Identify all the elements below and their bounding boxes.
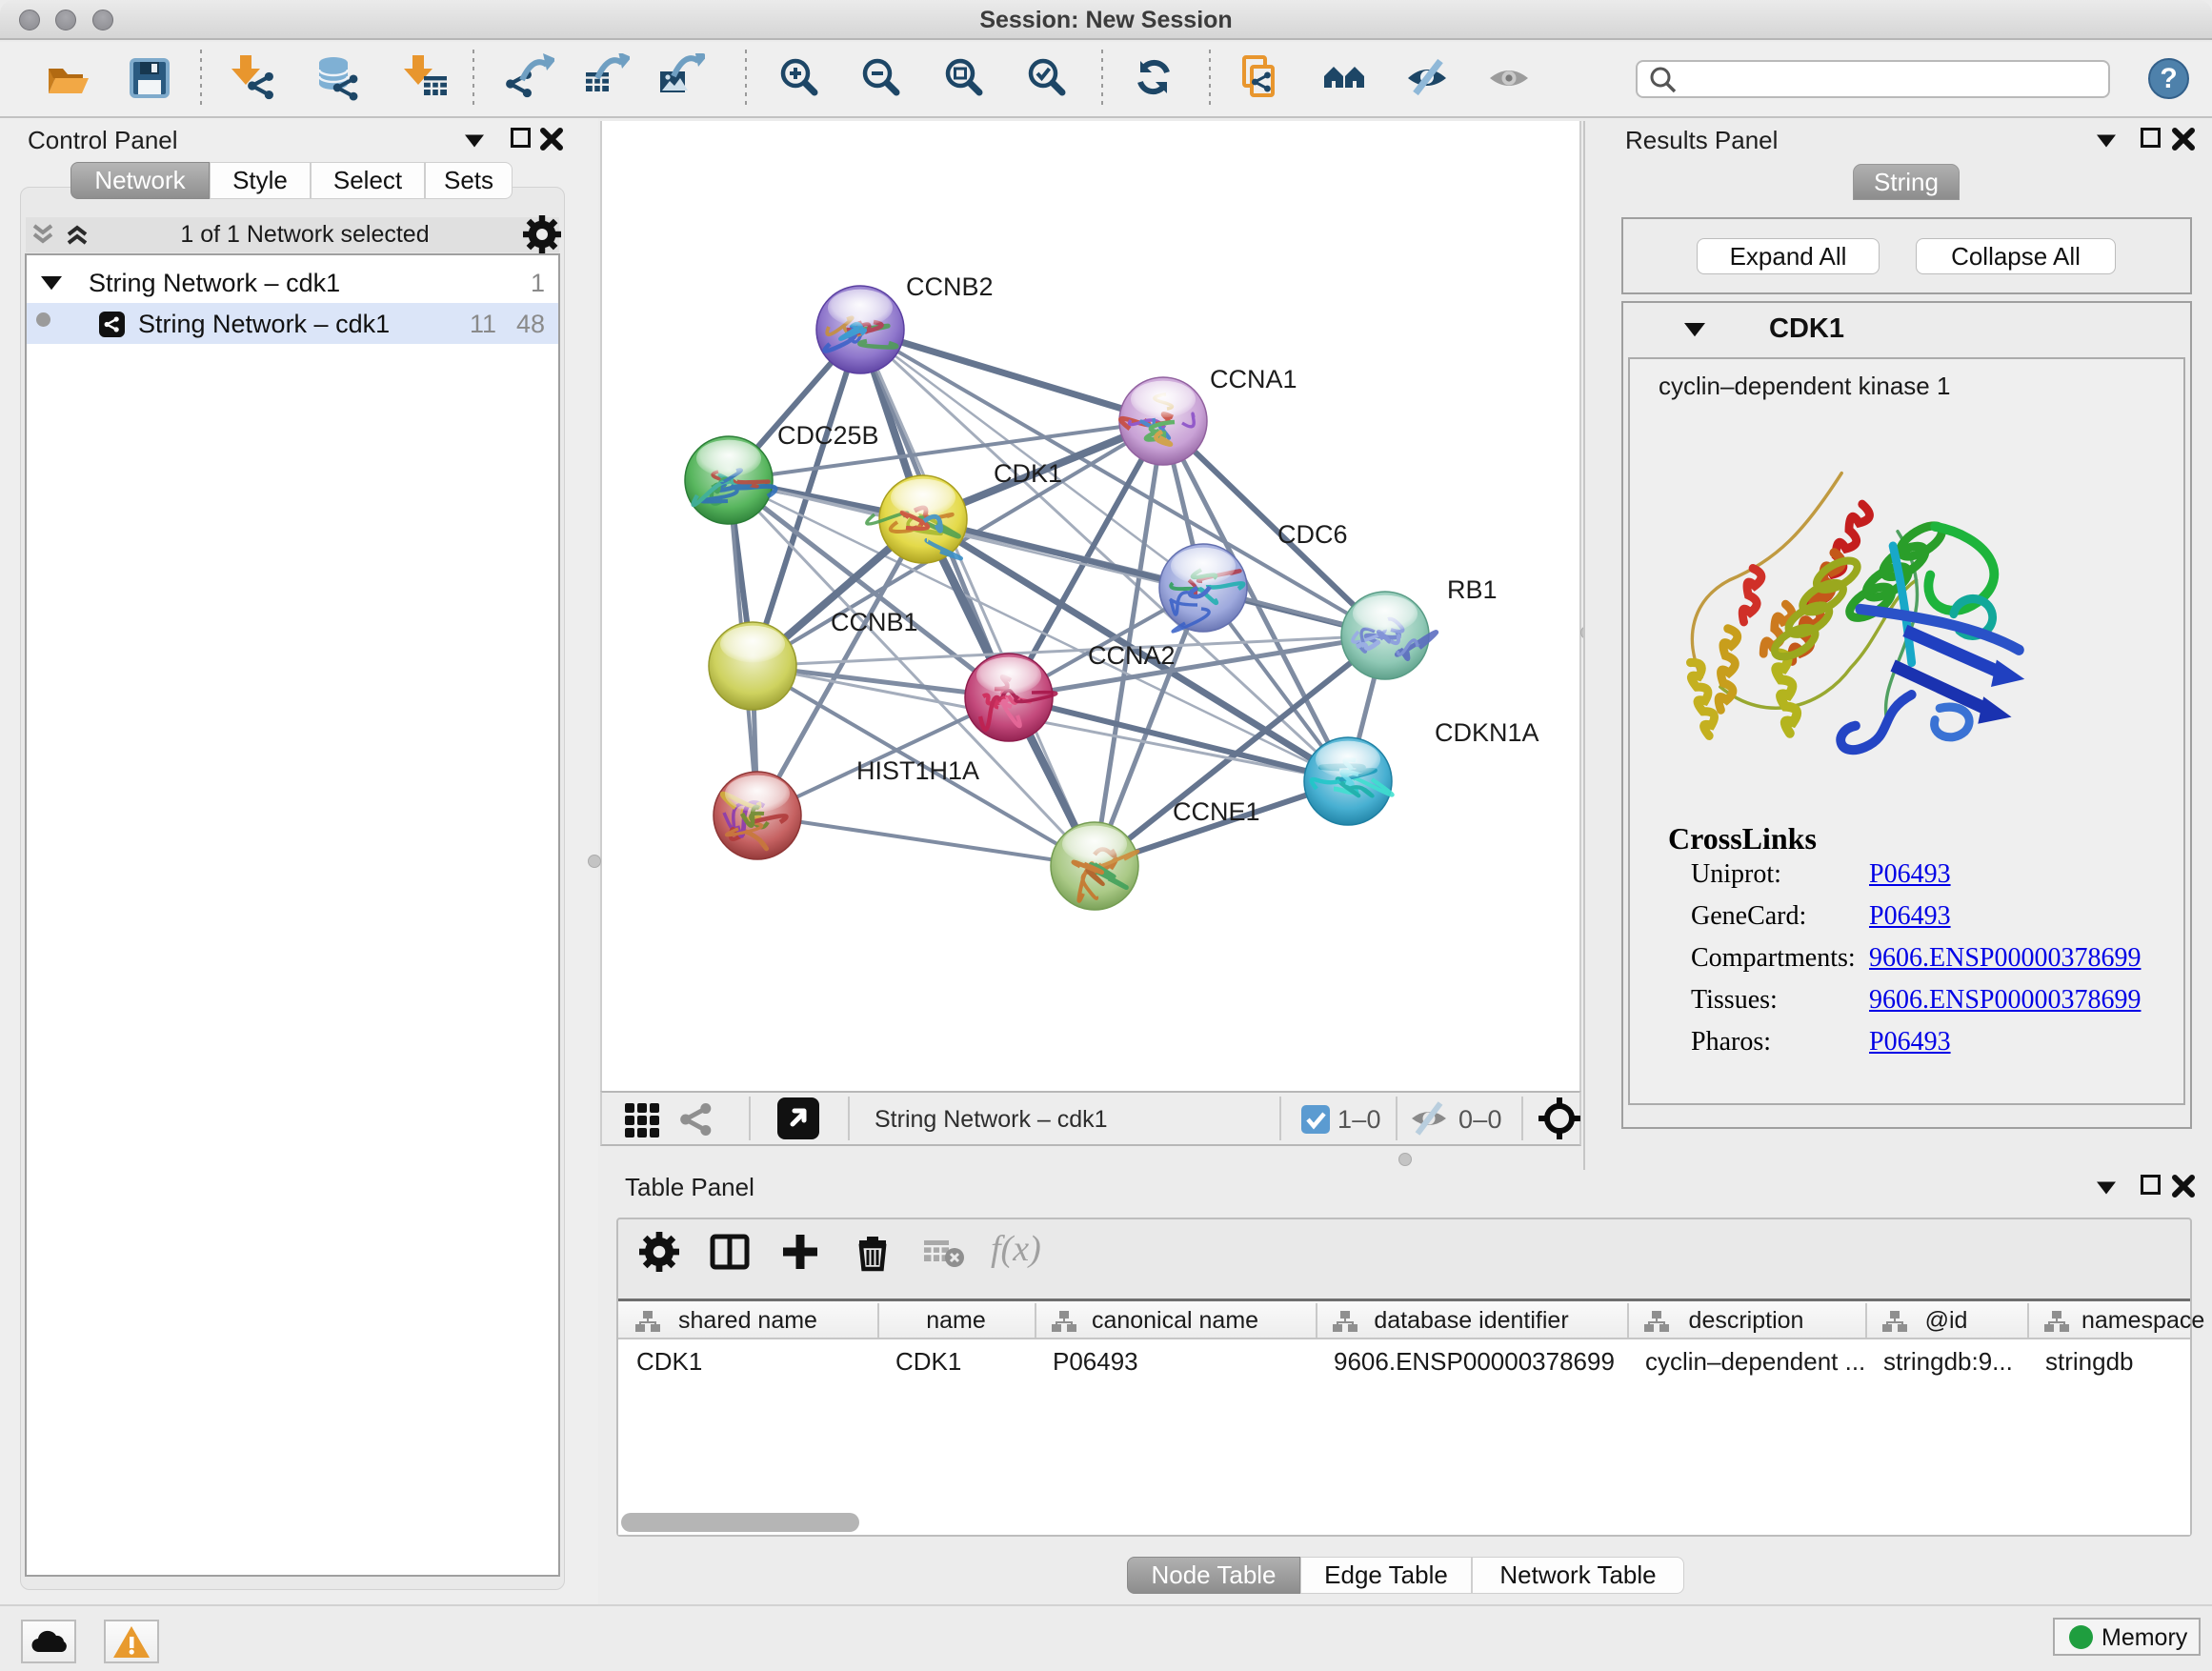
svg-text:CCNB2: CCNB2 [906, 272, 994, 301]
svg-text:CDC6: CDC6 [1277, 520, 1348, 549]
svg-text:CCNA2: CCNA2 [1088, 641, 1176, 670]
svg-text:HIST1H1A: HIST1H1A [856, 756, 979, 785]
svg-text:CCNE1: CCNE1 [1173, 797, 1260, 826]
svg-text:CDK1: CDK1 [994, 459, 1062, 488]
svg-text:CDC25B: CDC25B [777, 421, 879, 450]
svg-text:CCNA1: CCNA1 [1210, 365, 1297, 393]
svg-text:CDKN1A: CDKN1A [1435, 718, 1539, 747]
svg-text:CCNB1: CCNB1 [831, 608, 918, 636]
svg-text:RB1: RB1 [1447, 575, 1498, 604]
